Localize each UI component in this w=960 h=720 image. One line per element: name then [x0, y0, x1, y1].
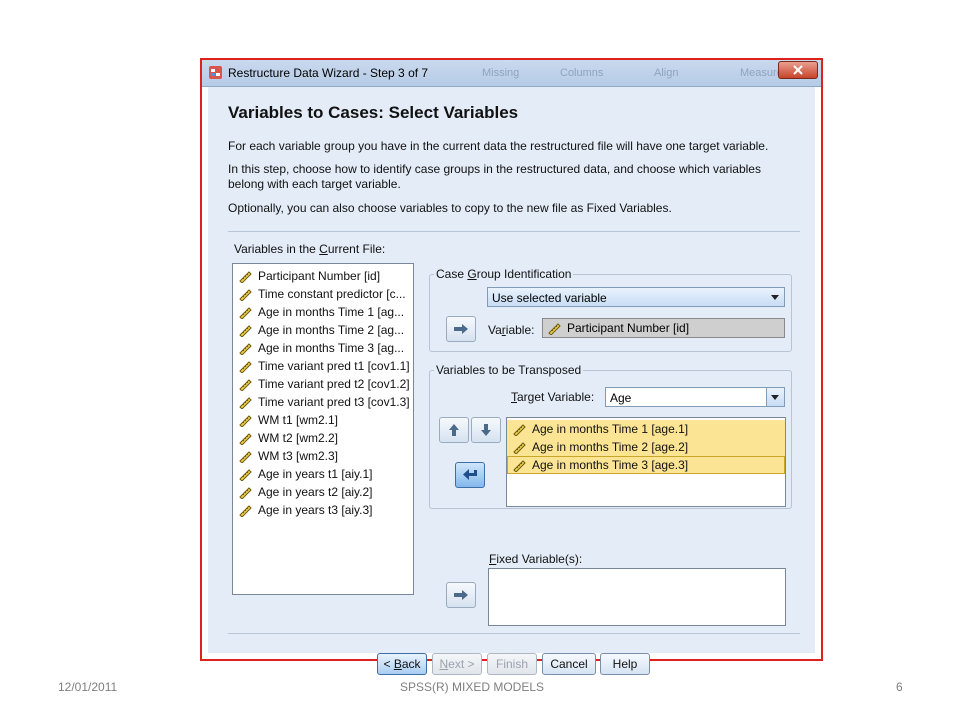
list-item[interactable]: Time variant pred t2 [cov1.2]	[233, 375, 413, 393]
list-item[interactable]: WM t3 [wm2.3]	[233, 447, 413, 465]
ruler-icon	[239, 414, 252, 427]
ruler-icon	[239, 378, 252, 391]
move-to-fixed-button[interactable]	[446, 582, 476, 608]
spss-app-icon	[209, 66, 222, 79]
list-item[interactable]: WM t2 [wm2.2]	[233, 429, 413, 447]
ruler-icon	[513, 459, 526, 472]
fixed-variables-label: Fixed Variable(s):	[489, 552, 583, 566]
arrow-right-icon	[454, 590, 468, 600]
list-item[interactable]: Age in months Time 1 [age.1]	[507, 420, 785, 438]
intro-text-1: For each variable group you have in the …	[228, 139, 769, 153]
page-heading: Variables to Cases: Select Variables	[228, 103, 519, 122]
slide-date: 12/01/2011	[58, 680, 118, 694]
divider-bottom	[228, 633, 800, 634]
ruler-icon	[239, 396, 252, 409]
move-up-button[interactable]	[439, 417, 469, 443]
target-variable-label: Target Variable:	[511, 390, 595, 404]
list-item[interactable]: WM t1 [wm2.1]	[233, 411, 413, 429]
move-to-case-variable-button[interactable]	[446, 316, 476, 342]
close-button[interactable]	[778, 61, 818, 79]
slide-number: 6	[896, 680, 903, 694]
ruler-icon	[513, 423, 526, 436]
background-header-measure: Measure	[740, 67, 783, 79]
ruler-icon	[239, 486, 252, 499]
intro-text-2b: belong with each target variable.	[228, 177, 401, 191]
fixed-variable-list[interactable]	[488, 568, 786, 626]
case-variable-label: Variable:	[488, 323, 535, 337]
wizard-window: Restructure Data Wizard - Step 3 of 7 Mi…	[200, 58, 823, 675]
arrow-right-icon	[454, 324, 468, 334]
arrow-left-icon	[463, 469, 477, 480]
target-variable-value: Age	[610, 391, 632, 405]
case-variable-field[interactable]: Participant Number [id]	[542, 318, 785, 338]
list-item[interactable]: Participant Number [id]	[233, 267, 413, 285]
help-button[interactable]: Help	[600, 653, 650, 675]
back-button[interactable]: < Back	[377, 653, 427, 675]
ruler-icon	[239, 360, 252, 373]
cancel-button[interactable]: Cancel	[542, 653, 596, 675]
ruler-icon	[548, 322, 561, 335]
ruler-icon	[239, 432, 252, 445]
case-group-title: Case Group Identification	[434, 267, 574, 281]
ruler-icon	[513, 441, 526, 454]
list-item[interactable]: Time variant pred t1 [cov1.1]	[233, 357, 413, 375]
arrow-down-icon	[481, 424, 491, 436]
ruler-icon	[239, 342, 252, 355]
ruler-icon	[239, 306, 252, 319]
list-item[interactable]: Age in years t3 [aiy.3]	[233, 501, 413, 519]
case-group-method-select[interactable]: Use selected variable	[487, 287, 785, 307]
background-header-columns: Columns	[560, 67, 604, 79]
divider-top	[228, 231, 800, 232]
list-item[interactable]: Age in months Time 1 [ag...	[233, 303, 413, 321]
ruler-icon	[239, 504, 252, 517]
case-group-method-value: Use selected variable	[492, 291, 607, 305]
wizard-content: Variables to Cases: Select Variables For…	[208, 87, 815, 675]
ruler-icon	[239, 288, 252, 301]
transposed-variable-list[interactable]: Age in months Time 1 [age.1] Age in mont…	[506, 417, 786, 507]
close-icon	[793, 65, 803, 75]
target-variable-select[interactable]: Age	[605, 387, 785, 407]
list-item[interactable]: Time variant pred t3 [cov1.3]	[233, 393, 413, 411]
finish-button[interactable]: Finish	[487, 653, 537, 675]
background-header-align: Align	[654, 67, 679, 79]
arrow-up-icon	[449, 424, 459, 436]
list-item[interactable]: Age in months Time 3 [age.3]	[507, 456, 785, 474]
case-variable-value: Participant Number [id]	[567, 321, 690, 335]
source-variable-list[interactable]: Participant Number [id] Time constant pr…	[232, 263, 414, 595]
ruler-icon	[239, 270, 252, 283]
intro-text-3: Optionally, you can also choose variable…	[228, 201, 672, 215]
slide-title: SPSS(R) MIXED MODELS	[400, 680, 545, 694]
ruler-icon	[239, 324, 252, 337]
background-header-missing: Missing	[482, 67, 520, 79]
move-down-button[interactable]	[471, 417, 501, 443]
list-item[interactable]: Age in months Time 2 [age.2]	[507, 438, 785, 456]
chevron-down-icon	[766, 388, 784, 406]
list-item[interactable]: Time constant predictor [c...	[233, 285, 413, 303]
ruler-icon	[239, 450, 252, 463]
transposed-title: Variables to be Transposed	[434, 363, 584, 377]
list-item[interactable]: Age in months Time 3 [ag...	[233, 339, 413, 357]
chevron-down-icon	[767, 288, 784, 306]
move-back-button[interactable]	[455, 462, 485, 488]
list-item[interactable]: Age in years t1 [aiy.1]	[233, 465, 413, 483]
window-title: Restructure Data Wizard - Step 3 of 7	[228, 66, 429, 80]
list-item[interactable]: Age in months Time 2 [ag...	[233, 321, 413, 339]
title-bar[interactable]: Restructure Data Wizard - Step 3 of 7 Mi…	[202, 60, 821, 87]
source-list-label: Variables in the Current File:	[234, 242, 386, 256]
ruler-icon	[239, 468, 252, 481]
list-item[interactable]: Age in years t2 [aiy.2]	[233, 483, 413, 501]
intro-text-2a: In this step, choose how to identify cas…	[228, 162, 761, 176]
case-group-section: Case Group Identification	[429, 267, 792, 352]
next-button[interactable]: Next >	[432, 653, 482, 675]
